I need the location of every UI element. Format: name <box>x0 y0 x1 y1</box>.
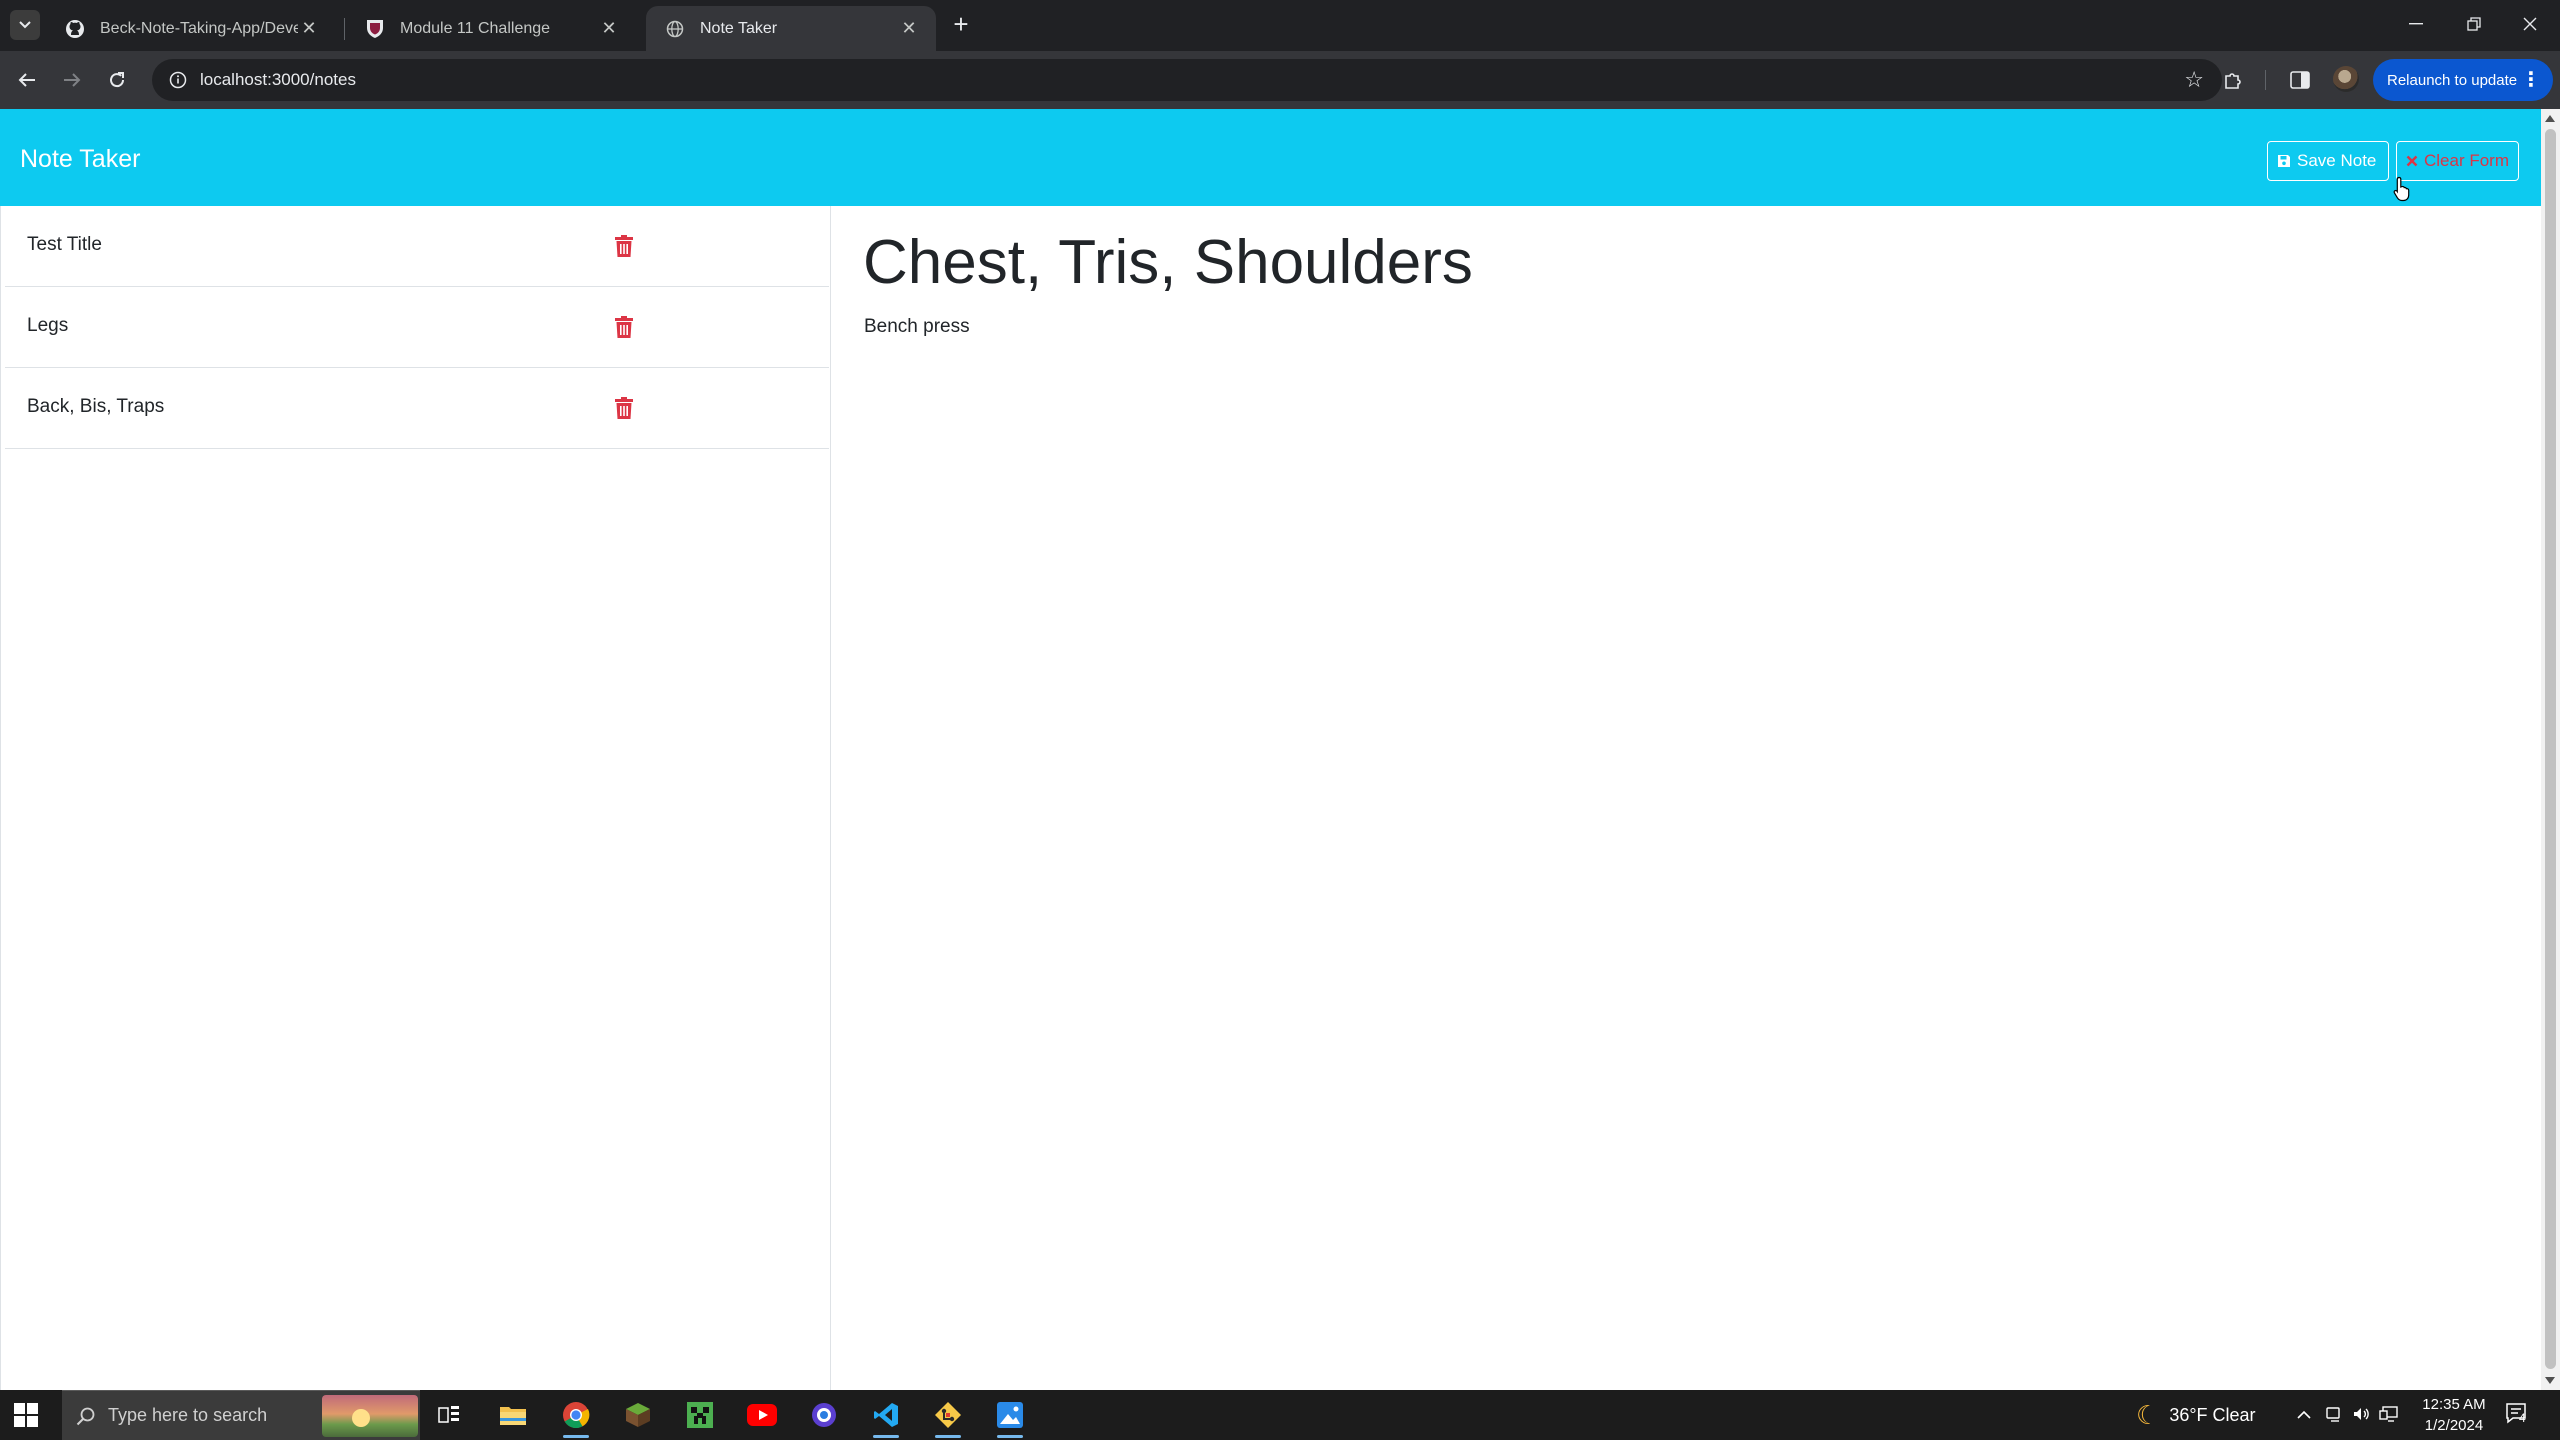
system-clock[interactable]: 12:35 AM 1/2/2024 <box>2414 1394 2494 1436</box>
save-note-button[interactable]: Save Note <box>2267 141 2389 181</box>
clock-date: 1/2/2024 <box>2424 1417 2484 1434</box>
note-list-item[interactable]: Back, Bis, Traps <box>5 368 829 449</box>
bookmark-star-icon[interactable]: ☆ <box>2184 67 2204 93</box>
tab-note-taker[interactable]: Note Taker ✕ <box>646 6 936 51</box>
tab-title: Note Taker <box>700 19 778 37</box>
file-explorer-icon[interactable] <box>484 1390 542 1440</box>
github-icon <box>64 18 86 40</box>
notification-center-icon[interactable]: 4 <box>2505 1402 2533 1428</box>
note-title-input[interactable]: Chest, Tris, Shoulders <box>863 227 1473 298</box>
network-display-icon[interactable] <box>2379 1405 2399 1428</box>
note-list-item[interactable]: Legs <box>5 287 829 368</box>
youtube-icon[interactable] <box>733 1390 791 1440</box>
chevron-up-icon[interactable] <box>2296 1405 2312 1425</box>
more-vertical-icon: ⋮ <box>2521 69 2541 91</box>
page-viewport: Note Taker Save Note Clear Form Test Tit… <box>0 109 2560 1390</box>
minecraft-creeper-icon[interactable] <box>671 1390 729 1440</box>
minecraft-launcher-icon[interactable] <box>609 1390 667 1440</box>
photo-app-icon[interactable] <box>981 1390 1039 1440</box>
tab-github[interactable]: Beck-Note-Taking-App/Develop ✕ <box>46 6 336 51</box>
scrollbar-thumb[interactable] <box>2545 129 2556 1369</box>
clear-form-button[interactable]: Clear Form <box>2396 141 2519 181</box>
back-arrow-icon[interactable] <box>10 63 44 97</box>
trash-icon[interactable] <box>609 393 639 423</box>
address-bar[interactable]: localhost:3000/notes ☆ <box>152 59 2222 101</box>
scroll-down-arrow-icon[interactable] <box>2545 1377 2555 1384</box>
tab-title: Beck-Note-Taking-App/Develop <box>100 19 298 37</box>
notification-count: 4 <box>2519 1411 2526 1425</box>
reload-icon[interactable] <box>100 63 134 97</box>
url-text: localhost:3000/notes <box>200 70 356 89</box>
vscode-icon[interactable] <box>857 1390 915 1440</box>
tab-separator <box>344 18 345 40</box>
windows-start-icon[interactable] <box>14 1403 38 1427</box>
trash-icon[interactable] <box>609 312 639 342</box>
extensions-puzzle-icon[interactable] <box>2218 65 2248 95</box>
globe-icon <box>664 18 686 40</box>
tab-close-icon[interactable]: ✕ <box>898 18 920 39</box>
save-floppy-icon <box>2277 154 2291 168</box>
note-list-title: Test Title <box>27 234 102 255</box>
restore-icon[interactable] <box>2451 6 2497 42</box>
page-scrollbar[interactable] <box>2541 109 2560 1390</box>
browser-toolbar: localhost:3000/notes ☆ Relaunch to updat… <box>0 51 2560 109</box>
minimize-icon[interactable] <box>2393 6 2439 42</box>
note-editor: Chest, Tris, Shoulders Bench press <box>832 206 2541 1390</box>
windows-taskbar: Type here to search ☾ 36°F Clear 12:35 A… <box>0 1390 2560 1440</box>
search-placeholder: Type here to search <box>108 1405 268 1425</box>
new-tab-plus-icon[interactable]: + <box>949 11 973 37</box>
trash-icon[interactable] <box>609 231 639 261</box>
shield-crest-icon <box>364 18 386 40</box>
speaker-icon[interactable] <box>2352 1405 2370 1428</box>
forward-arrow-icon[interactable] <box>55 63 89 97</box>
relaunch-to-update-button[interactable]: Relaunch to update ⋮ <box>2373 59 2553 101</box>
weather-widget[interactable]: ☾ 36°F Clear <box>2136 1390 2256 1440</box>
close-x-icon <box>2406 155 2418 167</box>
note-list-item[interactable]: Test Title <box>5 206 829 287</box>
app-navbar: Note Taker Save Note Clear Form <box>0 109 2541 206</box>
note-text-textarea[interactable]: Bench press <box>864 316 970 338</box>
browser-orb-icon[interactable] <box>795 1390 853 1440</box>
note-list-title: Legs <box>27 315 69 336</box>
toolbar-separator <box>2265 70 2266 90</box>
clear-form-label: Clear Form <box>2424 151 2510 170</box>
weather-text: 36°F Clear <box>2169 1404 2256 1425</box>
tab-search-chevron-icon[interactable] <box>10 10 40 40</box>
notes-list: Test Title Legs Back, Bis, Traps <box>0 206 831 1390</box>
note-list-title: Back, Bis, Traps <box>27 396 165 417</box>
taskbar-search-box[interactable]: Type here to search <box>62 1390 420 1440</box>
site-info-icon[interactable] <box>158 71 198 89</box>
git-kraken-icon[interactable] <box>919 1390 977 1440</box>
profile-avatar[interactable] <box>2333 66 2359 92</box>
scroll-up-arrow-icon[interactable] <box>2545 115 2555 122</box>
tab-title: Module 11 Challenge <box>400 19 551 37</box>
tab-module-11[interactable]: Module 11 Challenge ✕ <box>346 6 636 51</box>
tab-close-icon[interactable]: ✕ <box>598 18 620 39</box>
side-panel-icon[interactable] <box>2285 65 2315 95</box>
clock-time: 12:35 AM <box>2422 1396 2486 1413</box>
search-highlight-illustration <box>322 1395 418 1437</box>
task-view-icon[interactable] <box>420 1390 478 1440</box>
onedrive-sync-icon[interactable] <box>2325 1405 2343 1428</box>
search-icon <box>76 1406 96 1426</box>
app-brand[interactable]: Note Taker <box>20 145 140 174</box>
chrome-icon[interactable] <box>547 1390 605 1440</box>
tab-close-icon[interactable]: ✕ <box>298 18 320 39</box>
window-close-icon[interactable] <box>2507 6 2553 42</box>
hand-pointer-cursor-icon <box>2393 176 2410 202</box>
crescent-moon-icon: ☾ <box>2136 1399 2160 1430</box>
save-note-label: Save Note <box>2297 151 2377 170</box>
browser-tabstrip: Beck-Note-Taking-App/Develop ✕ Module 11… <box>0 0 2560 51</box>
relaunch-label: Relaunch to update <box>2387 71 2518 89</box>
